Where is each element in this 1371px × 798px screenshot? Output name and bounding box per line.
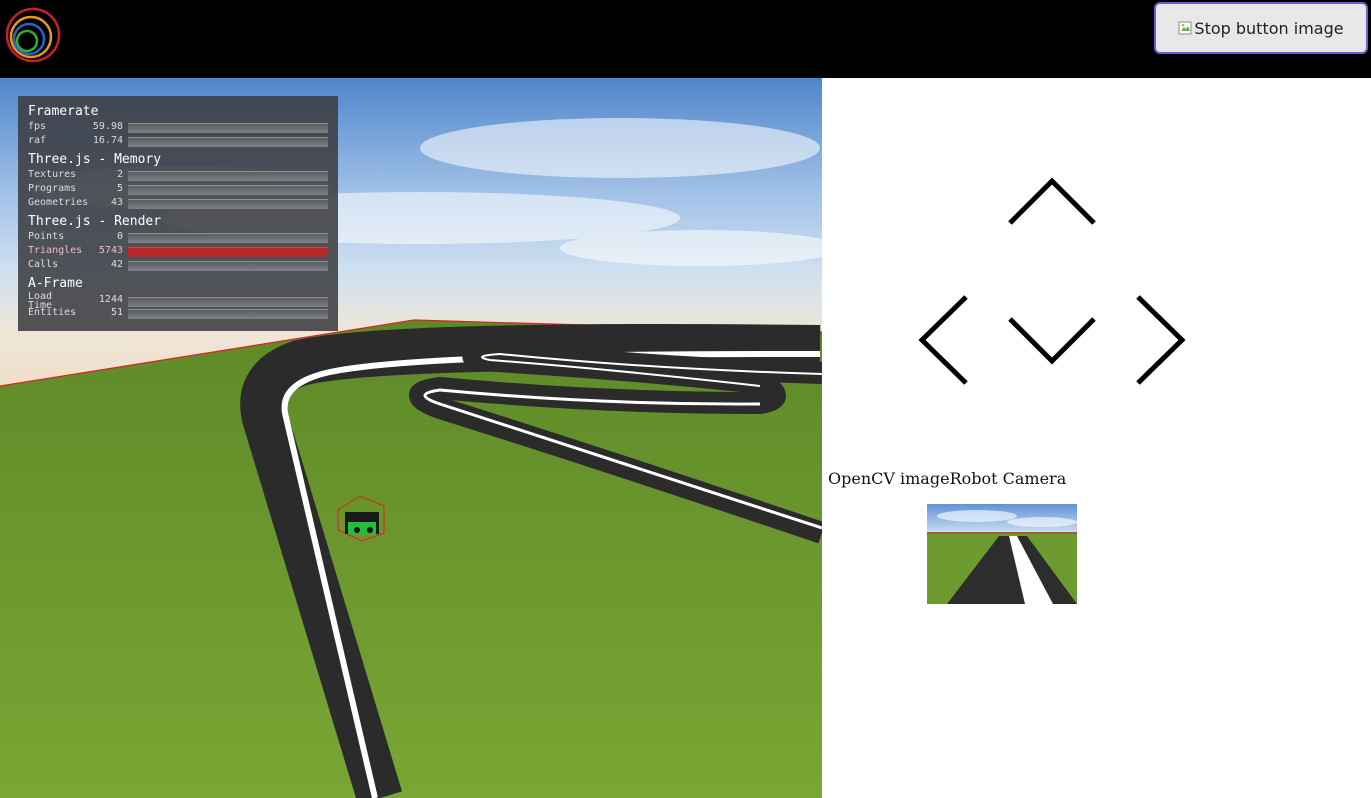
stat-bar <box>128 123 328 133</box>
memory-title: Three.js - Memory <box>28 152 162 167</box>
stat-label: raf <box>28 135 47 146</box>
stat-label: Programs <box>28 183 77 194</box>
stat-bar <box>128 233 328 243</box>
stat-row-points: Points 0 <box>28 231 328 243</box>
chevron-right-icon[interactable] <box>1132 293 1188 387</box>
chevron-up-icon[interactable] <box>1004 175 1100 229</box>
stop-button-alt-text: Stop button image <box>1194 18 1344 38</box>
stat-value: 0 <box>116 231 123 242</box>
stat-value: 5743 <box>98 245 123 256</box>
stat-value: 43 <box>110 197 123 208</box>
stat-label: fps <box>28 121 47 132</box>
stat-bar <box>128 171 328 181</box>
stats-panel: Framerate fps 59.98 raf 16.74 Three.js -… <box>18 96 338 331</box>
stat-value: 5 <box>116 183 123 194</box>
stat-label: Points <box>28 231 65 242</box>
stat-row-geometries: Geometries 43 <box>28 197 328 209</box>
stat-value: 59.98 <box>92 121 123 132</box>
stat-row-programs: Programs 5 <box>28 183 328 195</box>
framerate-title: Framerate <box>28 104 99 119</box>
stat-bar <box>128 297 328 307</box>
stat-bar <box>128 261 328 271</box>
robot-camera-feed <box>927 504 1077 604</box>
robot-camera-label: Robot Camera <box>949 469 1067 488</box>
stat-value: 51 <box>110 307 123 318</box>
stat-value: 16.74 <box>92 135 123 146</box>
chevron-down-icon[interactable] <box>1004 313 1100 367</box>
stat-row-raf: raf 16.74 <box>28 135 328 147</box>
simulator-viewport[interactable]: Framerate fps 59.98 raf 16.74 Three.js -… <box>0 78 822 798</box>
stat-bar <box>128 247 328 257</box>
stat-bar <box>128 137 328 147</box>
stat-value: 1244 <box>98 294 123 305</box>
opencv-image-label: OpenCV image <box>828 469 950 488</box>
aframe-title: A-Frame <box>28 276 83 291</box>
camera-labels: OpenCV imageRobot Camera <box>828 469 1066 488</box>
stat-label: Textures <box>28 169 77 180</box>
stat-label: Triangles <box>28 245 83 256</box>
stat-value: 42 <box>110 259 123 270</box>
stat-label: Geometries <box>28 197 89 208</box>
stat-value: 2 <box>116 169 123 180</box>
stat-bar <box>128 309 328 319</box>
broken-image-icon <box>1178 21 1192 35</box>
aframe-stats-logo <box>5 7 61 63</box>
stat-row-triangles: Triangles 5743 <box>28 245 328 257</box>
stat-row-fps: fps 59.98 <box>28 121 328 133</box>
stat-row-entities: Entities 51 <box>28 307 328 319</box>
chevron-left-icon[interactable] <box>916 293 972 387</box>
render-title: Three.js - Render <box>28 214 162 229</box>
stat-label: Calls <box>28 259 59 270</box>
stat-bar <box>128 185 328 195</box>
stat-bar <box>128 199 328 209</box>
stat-row-textures: Textures 2 <box>28 169 328 181</box>
stat-row-calls: Calls 42 <box>28 259 328 271</box>
stat-label: Entities <box>28 307 77 318</box>
stop-button[interactable]: Stop button image <box>1154 2 1368 54</box>
